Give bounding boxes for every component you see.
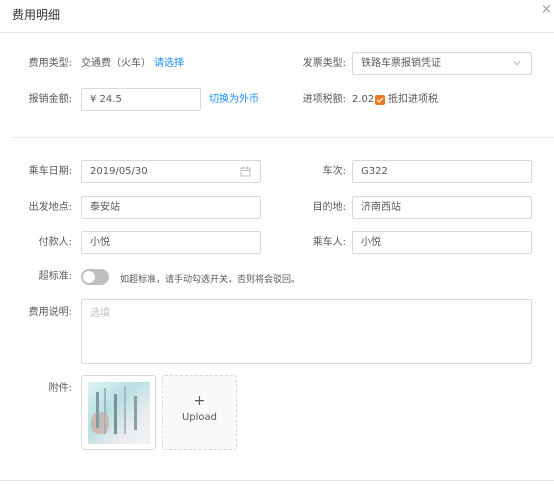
payer-input[interactable]: 小悦: [81, 231, 261, 254]
passenger-input[interactable]: 小悦: [352, 231, 532, 254]
description-label: 费用说明:: [28, 307, 72, 318]
input-tax-value: 2.02: [352, 94, 375, 105]
attachment-thumbnail[interactable]: [81, 375, 156, 450]
ticket-image: [88, 382, 150, 444]
train-no-value: G322: [361, 166, 388, 177]
section-divider: [12, 137, 554, 138]
footer-divider: [0, 480, 554, 481]
departure-label: 出发地点:: [28, 202, 72, 213]
ride-date-label: 乘车日期:: [28, 166, 72, 177]
expense-type-label: 费用类型:: [28, 58, 72, 69]
chevron-down-icon: [513, 61, 521, 66]
over-standard-hint: 如超标准，请手动勾选开关，否则将会驳回。: [120, 275, 301, 285]
train-no-input[interactable]: G322: [352, 160, 532, 183]
upload-button[interactable]: + Upload: [162, 375, 237, 450]
amount-label: 报销金额:: [28, 94, 72, 105]
payer-value: 小悦: [90, 237, 110, 248]
train-no-label: 车次:: [322, 166, 346, 177]
destination-input[interactable]: 济南西站: [352, 196, 532, 219]
destination-label: 目的地:: [312, 202, 346, 213]
description-placeholder: 选填: [90, 308, 110, 319]
input-tax-label: 进项税额:: [302, 94, 346, 105]
description-textarea[interactable]: 选填: [81, 299, 532, 364]
invoice-type-value: 铁路车票报销凭证: [361, 58, 441, 69]
passenger-value: 小悦: [361, 237, 381, 248]
attachments-label: 附件:: [48, 383, 72, 394]
header-divider: [0, 32, 554, 33]
ride-date-picker[interactable]: 2019/05/30: [81, 160, 261, 183]
departure-input[interactable]: 泰安站: [81, 196, 261, 219]
invoice-type-label: 发票类型:: [302, 58, 346, 69]
deduct-tax-label[interactable]: 抵扣进项税: [388, 93, 438, 107]
passenger-label: 乘车人:: [312, 237, 346, 248]
select-expense-type-link[interactable]: 请选择: [154, 57, 184, 71]
over-standard-switch[interactable]: [81, 269, 109, 285]
destination-value: 济南西站: [361, 202, 401, 213]
calendar-icon: [240, 166, 251, 177]
amount-input[interactable]: ¥ 24.5: [81, 88, 201, 111]
expense-type-value: 交通费（火车）: [81, 58, 151, 69]
ride-date-value: 2019/05/30: [90, 166, 148, 177]
amount-value: ¥ 24.5: [90, 94, 122, 105]
checkbox-checked-icon: [375, 95, 385, 105]
deduct-tax-checkbox[interactable]: [375, 95, 385, 108]
over-standard-label: 超标准:: [38, 271, 72, 282]
departure-value: 泰安站: [90, 202, 120, 213]
plus-icon: +: [193, 393, 206, 409]
switch-knob: [83, 271, 95, 283]
payer-label: 付款人:: [38, 237, 72, 248]
switch-currency-link[interactable]: 切换为外币: [209, 93, 259, 107]
close-icon[interactable]: ×: [541, 2, 552, 17]
dialog-title: 费用明细: [12, 8, 61, 22]
upload-label: Upload: [181, 412, 218, 423]
invoice-type-select[interactable]: 铁路车票报销凭证: [352, 52, 532, 75]
